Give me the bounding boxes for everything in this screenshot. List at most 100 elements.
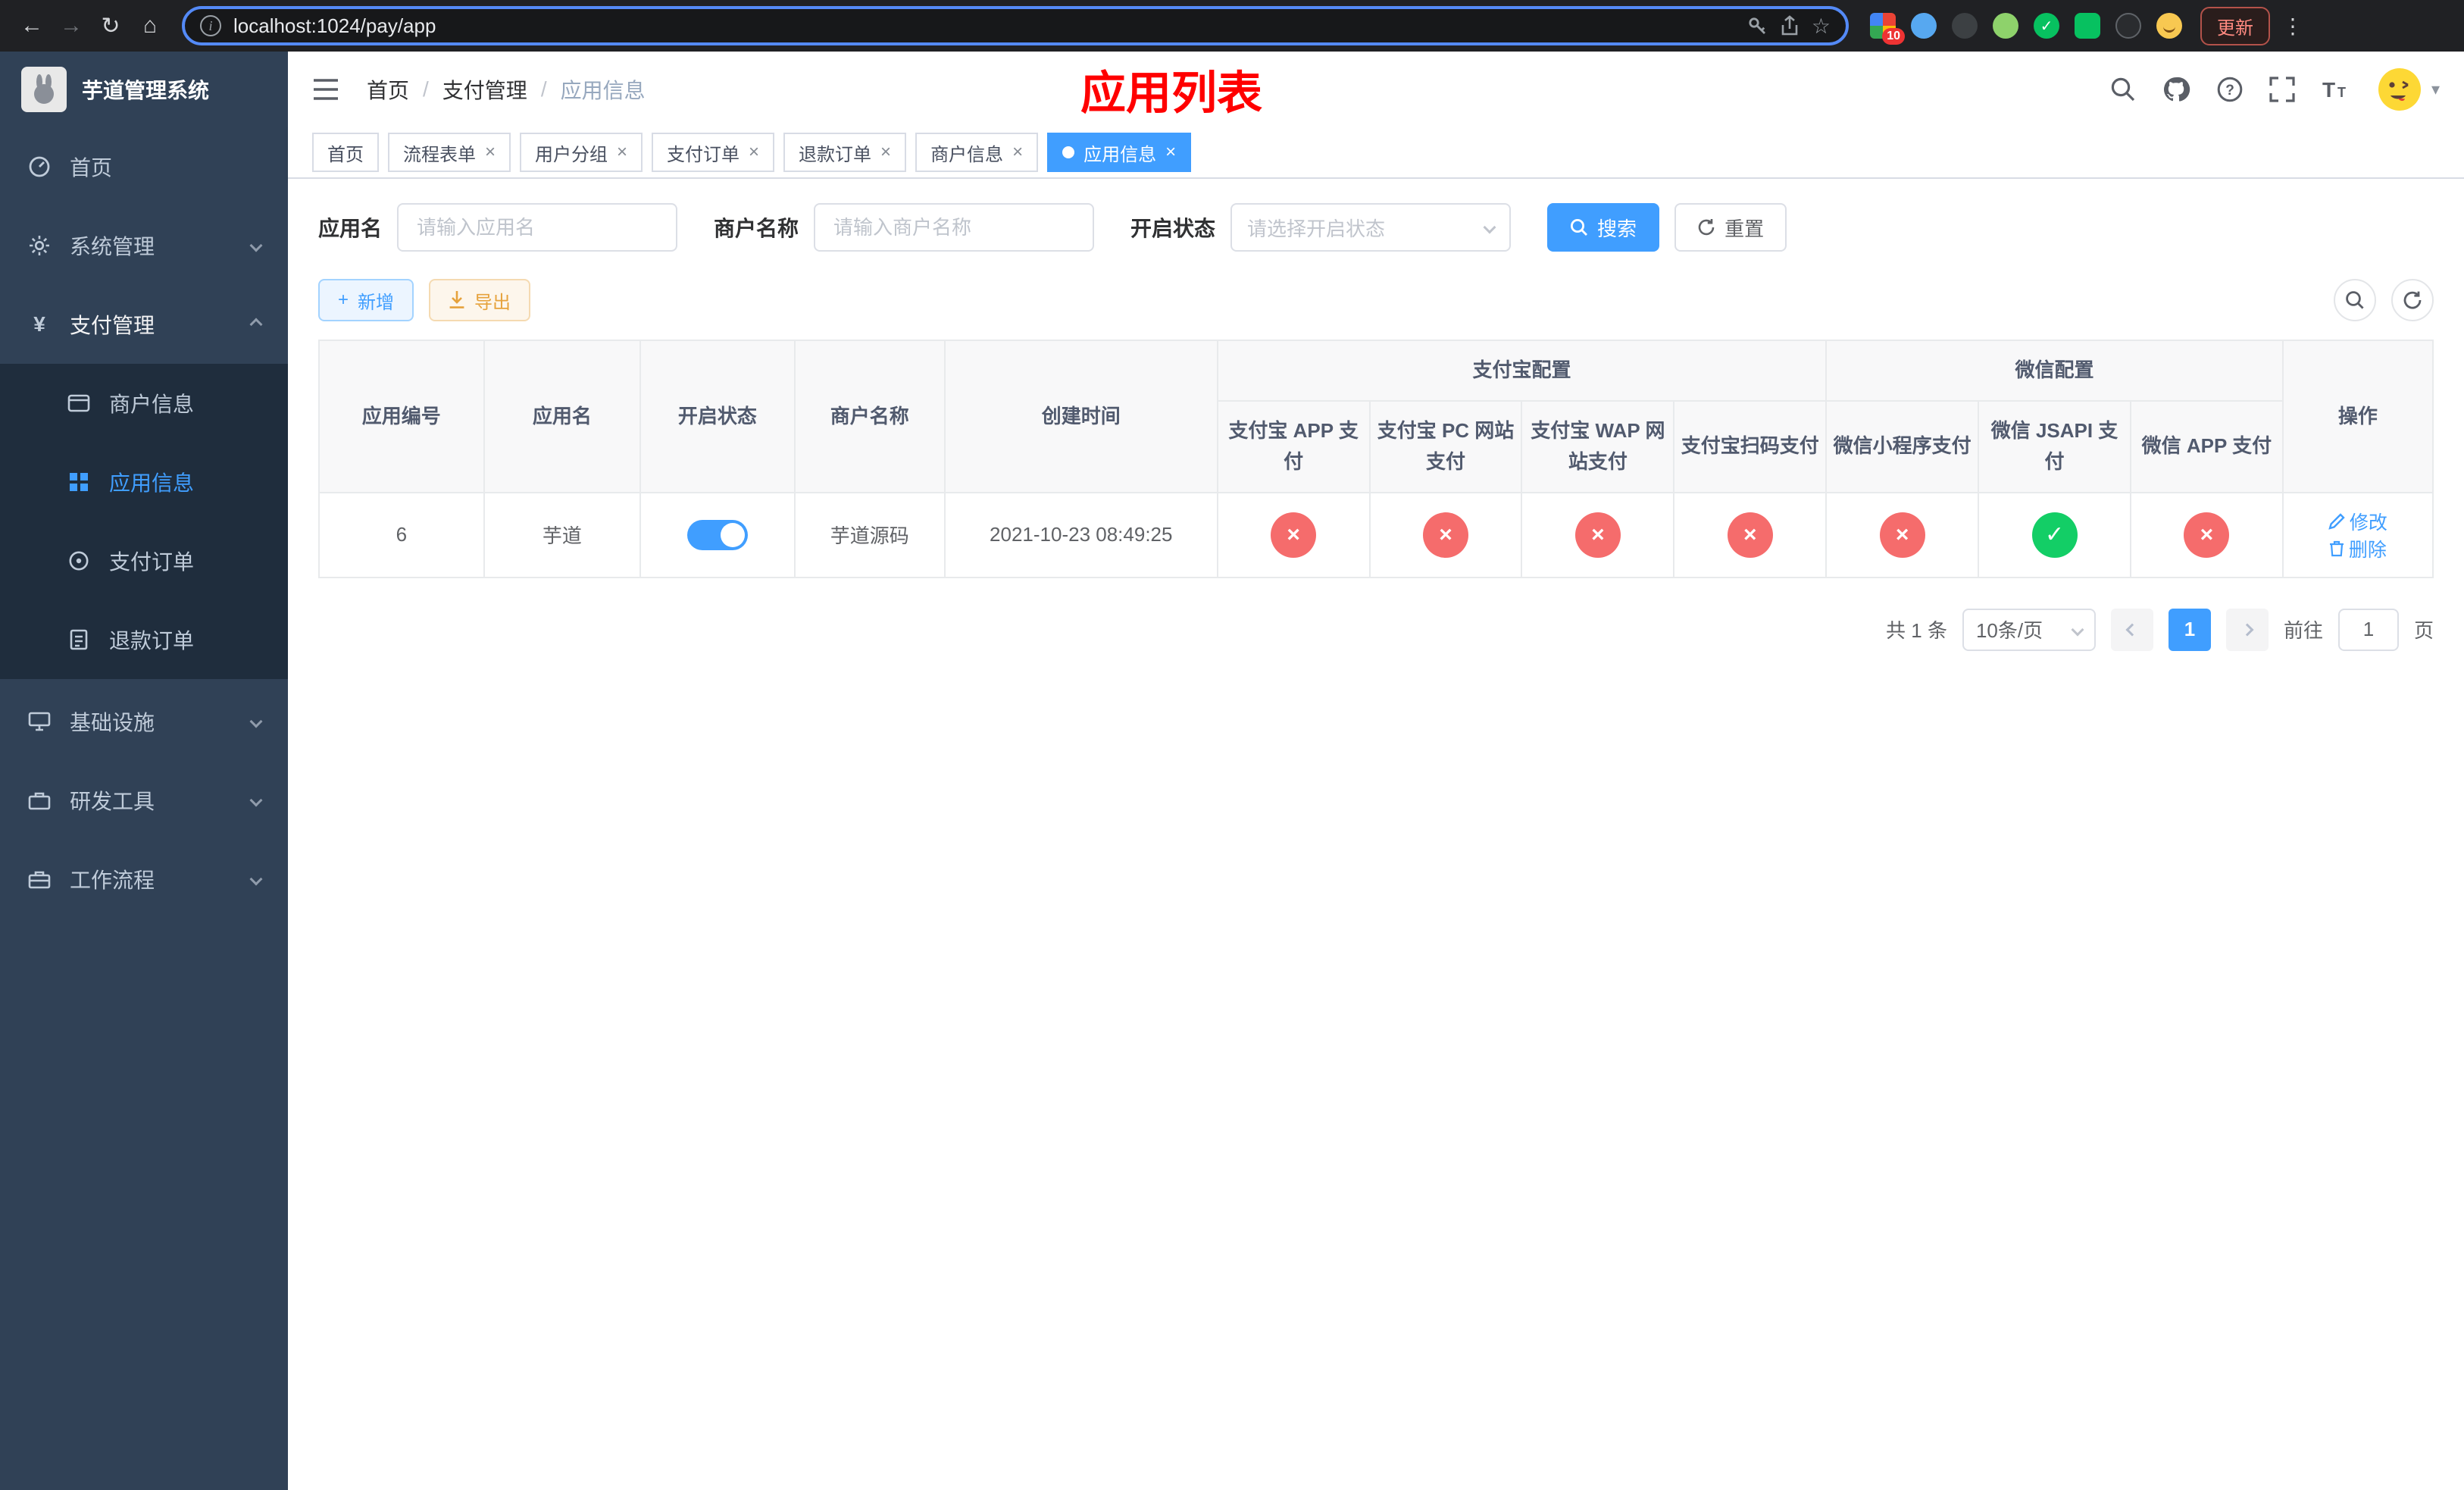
sidebar-item-label: 工作流程 <box>70 869 155 892</box>
breadcrumb: 首页 / 支付管理 / 应用信息 <box>367 74 646 105</box>
avatar-extension-icon[interactable] <box>1993 13 2018 39</box>
close-icon[interactable]: × <box>749 143 759 161</box>
sidebar-item-refund-order[interactable]: 退款订单 <box>0 600 288 679</box>
sidebar-item-app-info[interactable]: 应用信息 <box>0 443 288 521</box>
goto-label: 前往 <box>2283 619 2323 643</box>
sidebar-item-label: 支付订单 <box>109 550 195 574</box>
fullscreen-icon[interactable] <box>2269 77 2295 102</box>
chevron-down-icon <box>249 715 263 728</box>
sidebar-item-workflow[interactable]: 工作流程 <box>0 840 288 919</box>
site-info-icon[interactable]: i <box>200 15 221 36</box>
sidebar-item-pay[interactable]: ¥ 支付管理 <box>0 285 288 364</box>
add-button[interactable]: + 新增 <box>318 279 414 321</box>
tab-pay-order[interactable]: 支付订单 × <box>652 133 775 172</box>
app-logo[interactable]: 芋道管理系统 <box>0 52 288 127</box>
breadcrumb-home[interactable]: 首页 <box>367 74 409 105</box>
address-bar[interactable]: i localhost:1024/pay/app ☆ <box>182 6 1849 45</box>
close-icon[interactable]: × <box>1012 143 1023 161</box>
puzzle-extension-icon[interactable] <box>2115 13 2141 39</box>
prev-page-button[interactable] <box>2110 608 2153 651</box>
col-alipay-qr: 支付宝扫码支付 <box>1673 399 1828 493</box>
breadcrumb-pay[interactable]: 支付管理 <box>442 74 527 105</box>
goto-page-input[interactable] <box>2337 608 2399 651</box>
browser-home-button[interactable]: ⌂ <box>130 6 170 45</box>
sidebar-item-pay-order[interactable]: 支付订单 <box>0 521 288 600</box>
sidebar-item-home[interactable]: 首页 <box>0 127 288 206</box>
blue-drop-extension-icon[interactable] <box>1911 13 1937 39</box>
tab-app-info[interactable]: 应用信息 × <box>1047 133 1192 172</box>
tab-refund-order[interactable]: 退款订单 × <box>783 133 907 172</box>
password-key-icon[interactable] <box>1746 15 1768 36</box>
page-number-button[interactable]: 1 <box>2168 608 2211 651</box>
dark-extension-icon[interactable] <box>1952 13 1978 39</box>
col-app-id: 应用编号 <box>318 339 485 493</box>
url-text[interactable]: localhost:1024/pay/app <box>233 14 1734 38</box>
share-icon[interactable] <box>1780 15 1800 36</box>
close-icon[interactable]: × <box>485 143 496 161</box>
extensions-grid-icon[interactable]: 10 <box>1870 13 1905 45</box>
page-content: 应用名 商户名称 开启状态 请选择开启状态 <box>288 179 2464 1490</box>
close-icon[interactable]: × <box>880 143 891 161</box>
edit-link[interactable]: 修改 <box>2328 508 2387 535</box>
sidebar-collapse-icon[interactable] <box>312 78 342 101</box>
table-header-group-row: 应用编号 应用名 开启状态 商户名称 创建时间 支付宝配置 微信配置 操作 <box>318 339 2434 493</box>
status-select[interactable]: 请选择开启状态 <box>1230 203 1512 252</box>
delete-link[interactable]: 删除 <box>2329 535 2387 562</box>
green-check-extension-icon[interactable]: ✓ <box>2034 13 2059 39</box>
help-icon[interactable]: ? <box>2216 76 2244 103</box>
chat-extension-icon[interactable] <box>2075 13 2100 39</box>
user-menu[interactable]: ▾ <box>2377 67 2440 112</box>
sidebar-item-dev-tools[interactable]: 研发工具 <box>0 761 288 840</box>
toggle-search-button[interactable] <box>2334 279 2376 321</box>
status-toggle[interactable] <box>686 519 748 550</box>
table-toolbar: + 新增 导出 <box>318 279 2434 321</box>
browser-menu-icon[interactable]: ⋮ <box>2282 14 2303 39</box>
merchant-name-input[interactable] <box>814 203 1095 252</box>
search-icon[interactable] <box>2110 77 2136 102</box>
sidebar-item-label: 研发工具 <box>70 790 155 813</box>
chevron-down-icon <box>2071 623 2084 637</box>
sidebar-item-label: 首页 <box>70 156 113 180</box>
emoji-extension-icon[interactable] <box>2156 13 2182 39</box>
main-area: 首页 / 支付管理 / 应用信息 应用列表 ? T T ▾ 首页 流程表单 × … <box>288 52 2464 1490</box>
tab-home[interactable]: 首页 <box>312 133 379 172</box>
chevron-up-icon <box>249 318 263 331</box>
browser-back-button[interactable]: ← <box>12 6 52 45</box>
browser-update-button[interactable]: 更新 <box>2200 6 2270 45</box>
tab-merchant-info[interactable]: 商户信息 × <box>915 133 1039 172</box>
reset-button[interactable]: 重置 <box>1674 203 1787 252</box>
page-size-select[interactable]: 10条/页 <box>1962 608 2096 651</box>
gear-icon <box>27 234 52 257</box>
github-icon[interactable] <box>2162 75 2190 104</box>
sidebar-item-merchant-info[interactable]: 商户信息 <box>0 364 288 443</box>
pagination: 共 1 条 10条/页 1 前往 页 <box>318 608 2434 651</box>
sidebar-item-system[interactable]: 系统管理 <box>0 206 288 285</box>
search-button[interactable]: 搜索 <box>1547 203 1660 252</box>
wechat-app-status-icon: × <box>2184 512 2230 558</box>
browser-chrome: ← → ↻ ⌂ i localhost:1024/pay/app ☆ 10 ✓ … <box>0 0 2464 52</box>
avatar <box>2377 67 2422 112</box>
status-label: 开启状态 <box>1130 217 1216 240</box>
browser-reload-button[interactable]: ↻ <box>91 6 130 45</box>
sidebar-item-label: 基础设施 <box>70 711 155 734</box>
refresh-button[interactable] <box>2391 279 2434 321</box>
toolbox-icon <box>27 790 52 810</box>
tab-user-group[interactable]: 用户分组 × <box>520 133 643 172</box>
alipay-pc-status-icon: × <box>1423 512 1469 558</box>
app-name-input[interactable] <box>397 203 678 252</box>
font-size-icon[interactable]: TT <box>2321 77 2351 102</box>
browser-forward-button[interactable]: → <box>52 6 91 45</box>
app-title: 芋道管理系统 <box>82 79 210 102</box>
cell-status <box>639 491 796 578</box>
bookmark-star-icon[interactable]: ☆ <box>1812 14 1831 39</box>
sidebar-item-label: 退款订单 <box>109 629 195 653</box>
chevron-down-icon <box>249 239 263 252</box>
close-icon[interactable]: × <box>617 143 627 161</box>
export-button[interactable]: 导出 <box>429 279 531 321</box>
col-app-name: 应用名 <box>483 339 642 493</box>
sidebar-item-infra[interactable]: 基础设施 <box>0 682 288 761</box>
tab-process-form[interactable]: 流程表单 × <box>388 133 511 172</box>
next-page-button[interactable] <box>2225 608 2269 651</box>
app-name-label: 应用名 <box>318 217 383 240</box>
close-icon[interactable]: × <box>1165 143 1176 161</box>
